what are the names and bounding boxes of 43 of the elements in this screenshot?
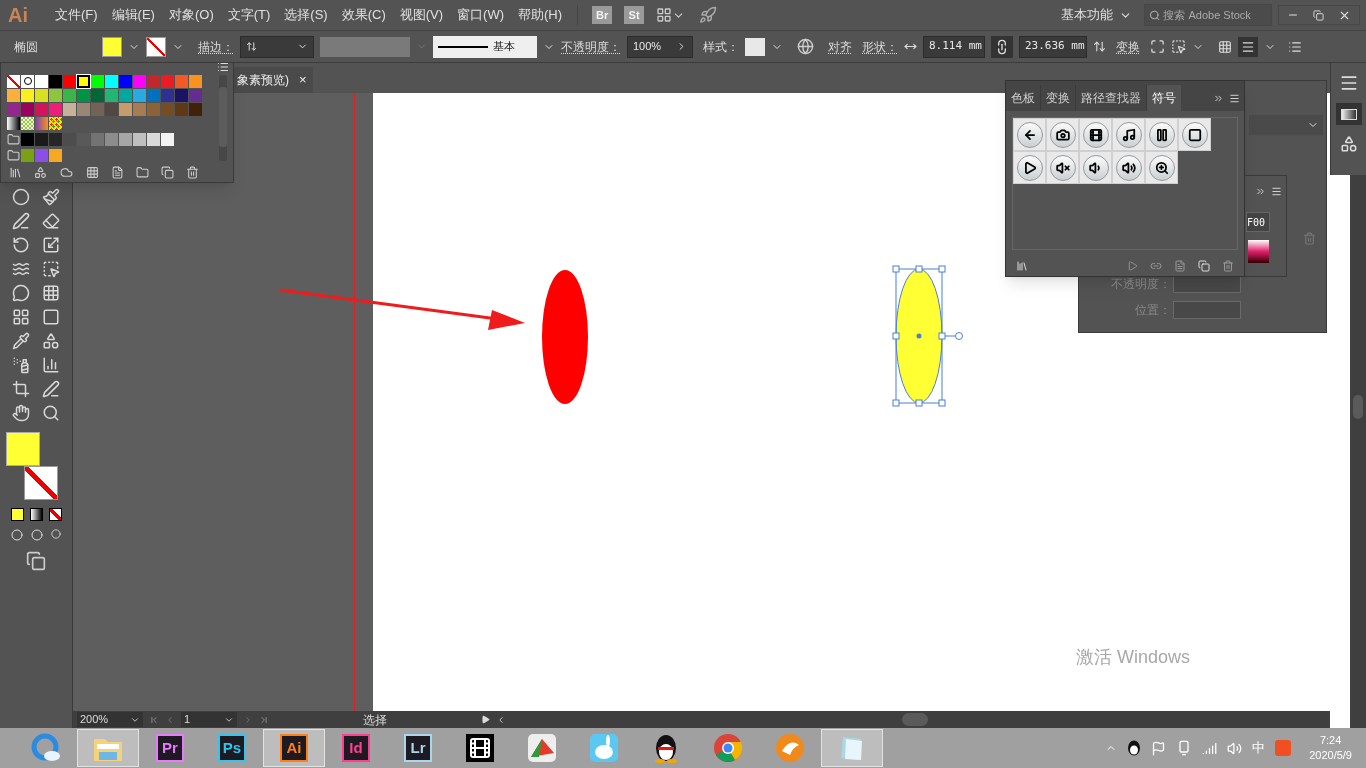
- taskbar-button[interactable]: Ps: [201, 729, 263, 767]
- close-tab-button[interactable]: ×: [299, 70, 307, 90]
- style-label: 样式：: [703, 38, 739, 56]
- taskbar-button[interactable]: Pr: [139, 729, 201, 767]
- tool-status[interactable]: 选择: [275, 710, 475, 729]
- stroke-label[interactable]: 描边：: [198, 37, 234, 56]
- height-field[interactable]: 23.636 mm: [1019, 35, 1087, 58]
- panel-tab[interactable]: 符号: [1147, 85, 1181, 111]
- app-logo: Ai: [7, 3, 29, 28]
- align-link[interactable]: 对齐: [828, 37, 852, 56]
- app-icon: Id: [342, 734, 370, 762]
- opacity-field[interactable]: 100%: [627, 35, 693, 58]
- brush-profile-dropdown[interactable]: 基本: [433, 35, 537, 58]
- menu-item[interactable]: 选择(S): [277, 5, 335, 25]
- hex-field[interactable]: F00: [1246, 212, 1270, 232]
- menu-item[interactable]: 对象(O): [161, 5, 221, 25]
- taskbar-button[interactable]: Lr: [387, 729, 449, 767]
- menu-item[interactable]: 文字(T): [220, 5, 278, 25]
- menu-item[interactable]: 视图(V): [392, 5, 451, 25]
- menu-item[interactable]: 窗口(W): [450, 5, 511, 25]
- panel-tab[interactable]: 色板: [1006, 85, 1041, 111]
- menu-item[interactable]: 编辑(E): [104, 5, 162, 25]
- transform-link[interactable]: 变换: [1116, 37, 1140, 56]
- search-field[interactable]: 搜索 Adobe Stock: [1144, 4, 1272, 26]
- zoom-field[interactable]: 200%: [77, 712, 143, 727]
- width-field[interactable]: 8.114 mm: [923, 35, 985, 58]
- activation-watermark: 激活 Windows: [1075, 646, 1190, 669]
- app-icon: Ps: [218, 734, 246, 762]
- menu-item[interactable]: 效果(C): [334, 5, 393, 25]
- object-type-label: 椭圆: [13, 38, 39, 56]
- menu-item[interactable]: 文件(F): [48, 5, 105, 25]
- taskbar-button[interactable]: Ai: [263, 729, 325, 767]
- app-icon: Lr: [404, 734, 432, 762]
- app-icon: Pr: [156, 734, 184, 762]
- workspace-dropdown[interactable]: 基本功能: [1053, 5, 1140, 25]
- shape-label[interactable]: 形状：: [862, 37, 898, 56]
- app-icon: Ai: [280, 734, 308, 762]
- taskbar-button[interactable]: Id: [325, 729, 387, 767]
- opacity-label[interactable]: 不透明度：: [561, 37, 621, 56]
- document-tab[interactable]: 象素预览) ×: [231, 67, 313, 93]
- artboard-field[interactable]: 1: [181, 712, 237, 727]
- panel-tab[interactable]: 变换: [1041, 85, 1076, 111]
- menu-item[interactable]: 帮助(H): [511, 5, 570, 25]
